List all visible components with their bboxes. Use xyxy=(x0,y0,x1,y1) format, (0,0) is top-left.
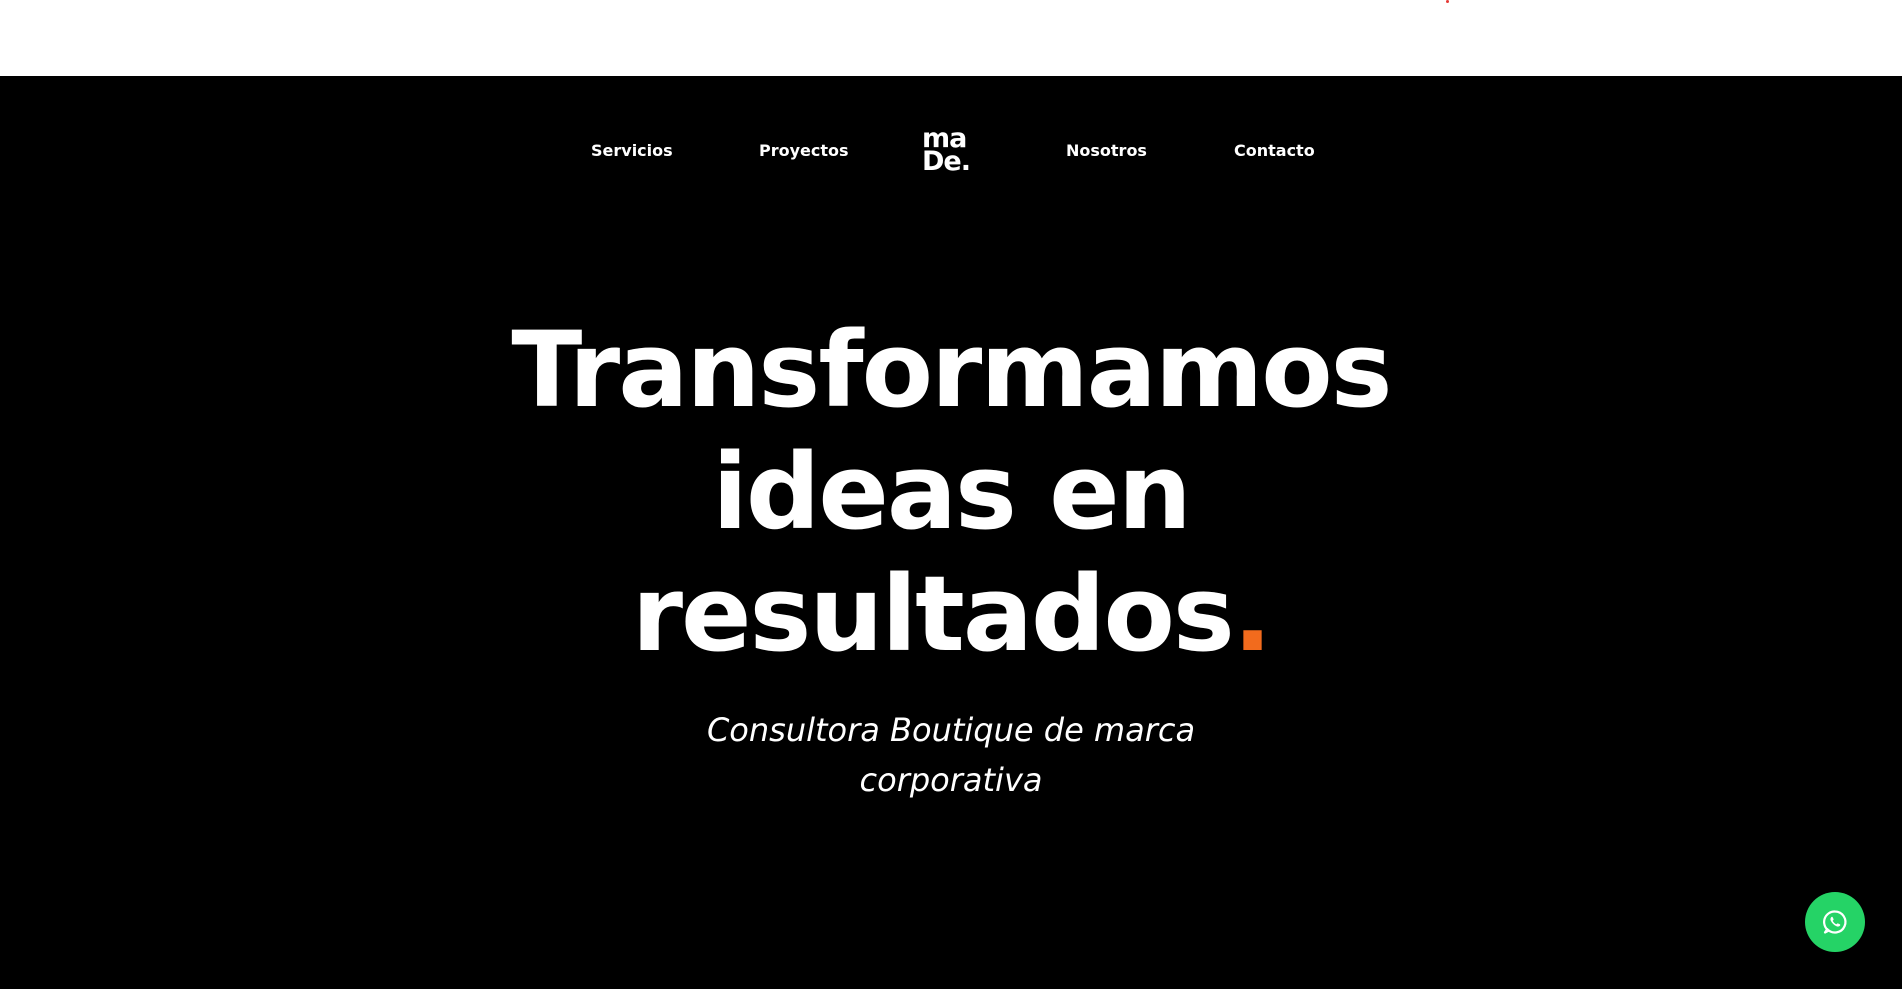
nav-link-nosotros[interactable]: Nosotros xyxy=(1066,143,1147,159)
subtitle-line-2: corporativa xyxy=(859,761,1043,799)
hero-headline: Transformamos ideas en resultados. xyxy=(0,309,1902,675)
top-white-bar xyxy=(0,0,1902,76)
subtitle-line-1: Consultora Boutique de marca xyxy=(706,711,1196,749)
nav-link-contacto[interactable]: Contacto xyxy=(1234,143,1315,159)
logo-text-bottom: De. xyxy=(922,146,971,177)
red-dot xyxy=(1446,0,1449,3)
headline-accent-dot: . xyxy=(1232,553,1272,675)
site-logo[interactable]: ma De. xyxy=(922,125,986,180)
headline-line-3-text: resultados xyxy=(631,553,1235,675)
nav-link-servicios[interactable]: Servicios xyxy=(591,143,673,159)
headline-line-1: Transformamos xyxy=(511,309,1392,431)
whatsapp-chat-button[interactable] xyxy=(1805,892,1865,952)
hero-section: Servicios Proyectos ma De. Nosotros Cont… xyxy=(0,76,1902,989)
headline-line-3: resultados. xyxy=(0,553,1902,675)
main-navigation: Servicios Proyectos ma De. Nosotros Cont… xyxy=(0,107,1902,175)
headline-line-2: ideas en xyxy=(712,431,1192,553)
hero-subtitle: Consultora Boutique de marca corporativa xyxy=(0,705,1902,805)
whatsapp-icon xyxy=(1823,910,1847,934)
nav-link-proyectos[interactable]: Proyectos xyxy=(759,143,849,159)
